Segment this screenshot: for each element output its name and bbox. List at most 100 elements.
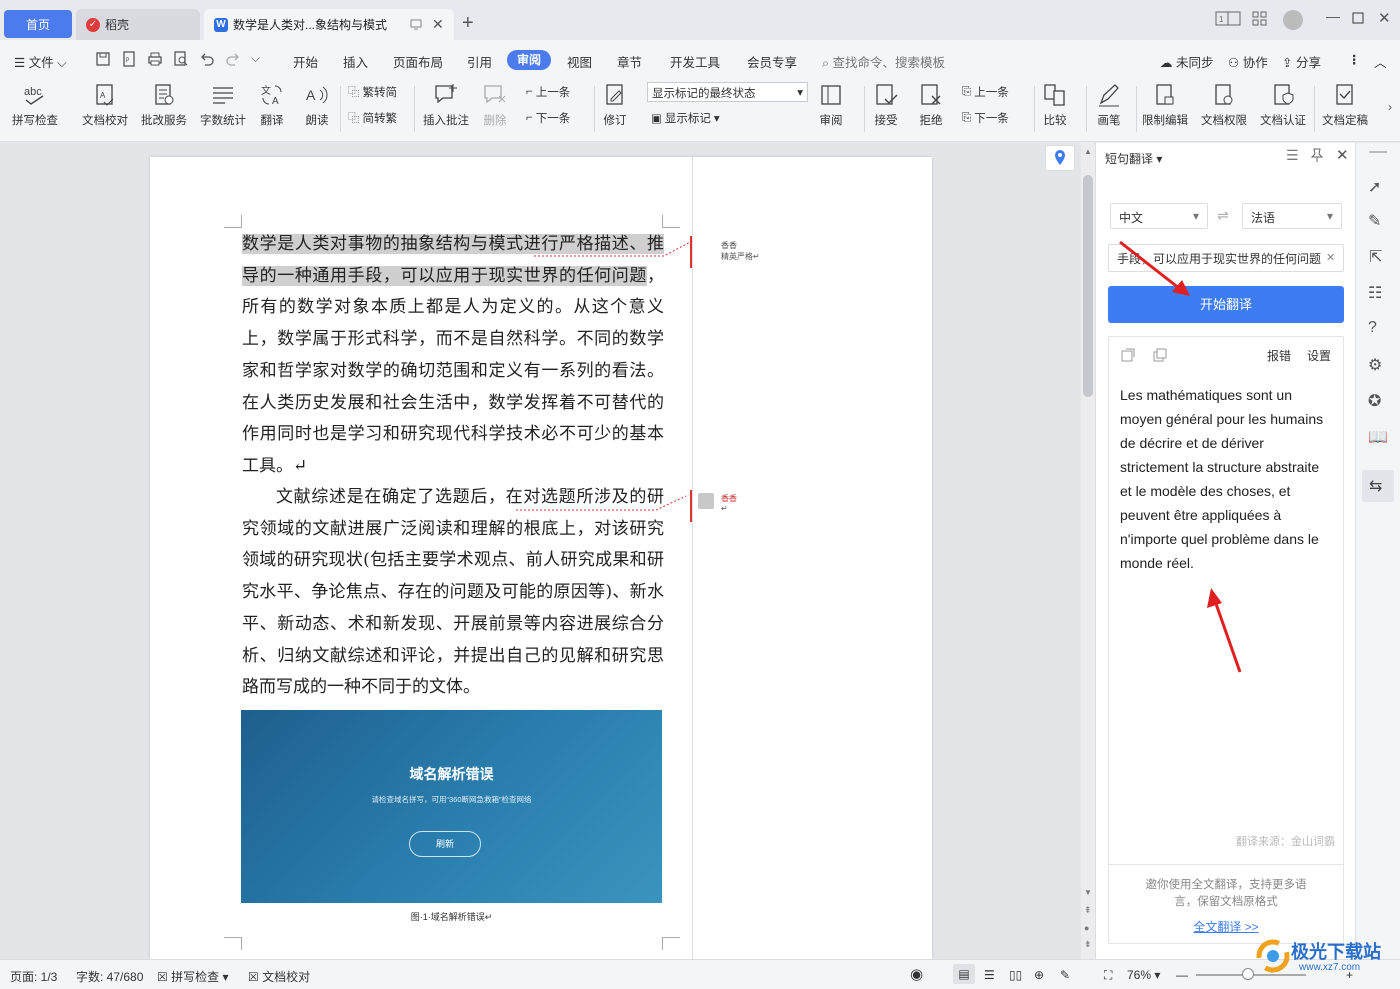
- to-simplified-button[interactable]: ⿻简转繁: [348, 110, 397, 126]
- vertical-scrollbar[interactable]: ▲ ▼ ⇞ ● ⇟: [1081, 143, 1095, 959]
- zoom-select[interactable]: 76% ▾: [1127, 968, 1160, 982]
- compass-icon[interactable]: ✪: [1368, 391, 1381, 411]
- minimize-icon[interactable]: —: [1326, 8, 1340, 24]
- ribbon-scroll-right-icon[interactable]: ›: [1388, 100, 1392, 114]
- menu-view[interactable]: 视图: [567, 52, 592, 71]
- doc-permission-button[interactable]: 文档权限: [1201, 82, 1247, 128]
- web-view-icon[interactable]: ⊕: [1034, 968, 1044, 982]
- fit-page-icon[interactable]: ⛶: [1104, 968, 1112, 983]
- new-tab-button[interactable]: +: [462, 12, 474, 35]
- track-changes-button[interactable]: 修订: [602, 82, 628, 128]
- word-count-indicator[interactable]: 字数: 47/680: [76, 968, 143, 985]
- save-icon[interactable]: [95, 51, 111, 67]
- doc-finalize-button[interactable]: 文档定稿: [1322, 82, 1368, 128]
- edit-icon[interactable]: ✎: [1368, 211, 1381, 231]
- word-count-button[interactable]: 字数统计: [200, 82, 246, 128]
- close-tab-icon[interactable]: ✕: [432, 16, 444, 33]
- show-markup-button[interactable]: ▣ 显示标记 ▾: [651, 110, 720, 126]
- layout-toggle-icon[interactable]: 1: [1215, 11, 1241, 27]
- location-pin-button[interactable]: [1045, 145, 1075, 171]
- doc-proof-button[interactable]: A 文档校对: [82, 82, 128, 128]
- settings-link[interactable]: 设置: [1307, 347, 1331, 364]
- undo-icon[interactable]: [199, 51, 215, 67]
- outline-view-icon[interactable]: ☰: [984, 968, 995, 982]
- cursor-icon[interactable]: ⇱: [1369, 247, 1382, 267]
- avatar[interactable]: [1283, 10, 1303, 30]
- scrollbar-thumb[interactable]: [1083, 175, 1093, 397]
- apps-grid-icon[interactable]: [1252, 11, 1268, 27]
- markup-mode-select[interactable]: 显示标记的最终状态 ▾: [647, 82, 808, 102]
- menu-start[interactable]: 开始: [293, 52, 318, 71]
- delete-comment-button[interactable]: 删除: [482, 82, 508, 128]
- reject-button[interactable]: 拒绝: [918, 82, 944, 128]
- translate-rail-button[interactable]: ⇆: [1362, 470, 1394, 502]
- clear-input-icon[interactable]: ✕: [1326, 251, 1336, 264]
- help-icon[interactable]: ?: [1368, 319, 1377, 337]
- prev-page-icon[interactable]: ⇞: [1084, 905, 1092, 916]
- collab-button[interactable]: ⚇ 协作: [1228, 52, 1268, 71]
- report-error-link[interactable]: 报错: [1267, 347, 1291, 364]
- menu-page-layout[interactable]: 页面布局: [393, 52, 443, 71]
- menu-developer[interactable]: 开发工具: [670, 52, 720, 71]
- translate-button[interactable]: 文A 翻译: [259, 82, 285, 128]
- tab-document[interactable]: W 数学是人类对...象结构与模式 ✕: [204, 9, 454, 40]
- maximize-icon[interactable]: [1352, 12, 1364, 24]
- scroll-down-icon[interactable]: ▼: [1084, 888, 1092, 897]
- pen-button[interactable]: 画笔: [1096, 82, 1122, 128]
- next-comment-button[interactable]: ⌐ 下一条: [526, 110, 570, 126]
- command-search[interactable]: ⌕ 查找命令、搜索模板: [822, 52, 945, 71]
- tab-home[interactable]: 首页: [4, 10, 72, 38]
- insert-comment-button[interactable]: 插入批注: [423, 82, 469, 128]
- close-window-icon[interactable]: ✕: [1378, 9, 1391, 27]
- pdf-export-icon[interactable]: P: [121, 51, 137, 67]
- full-translate-link[interactable]: 全文翻译 >>: [1109, 918, 1343, 935]
- embedded-image[interactable]: 域名解析错误 请检查域名拼写，可用“360断网急救箱”检查网络 刷新: [241, 710, 662, 903]
- pane-title[interactable]: 短句翻译 ▾: [1105, 150, 1162, 167]
- prev-comment-button[interactable]: ⌐ 上一条: [526, 84, 570, 100]
- zoom-out-icon[interactable]: —: [1176, 968, 1188, 982]
- close-pane-icon[interactable]: ✕: [1336, 146, 1349, 164]
- page-indicator[interactable]: 页面: 1/3: [10, 968, 57, 985]
- status-spell-check[interactable]: ☒ 拼写检查 ▾: [157, 968, 228, 985]
- more-icon[interactable]: ⋮: [1348, 52, 1361, 67]
- comment-1[interactable]: 香香 精英严格↵: [721, 240, 760, 262]
- select-browse-icon[interactable]: ●: [1084, 923, 1089, 933]
- read-aloud-button[interactable]: A 朗读: [304, 82, 330, 128]
- status-doc-proof[interactable]: ☒ 文档校对: [248, 968, 310, 985]
- comment-2[interactable]: 香香 ↵: [721, 493, 737, 513]
- redo-icon[interactable]: [225, 51, 241, 67]
- menu-insert[interactable]: 插入: [343, 52, 368, 71]
- sync-status[interactable]: ☁ 未同步: [1160, 52, 1214, 71]
- accept-button[interactable]: 接受: [873, 82, 899, 128]
- book-search-icon[interactable]: 📖: [1368, 427, 1388, 447]
- review-pane-button[interactable]: 审阅: [818, 82, 844, 128]
- next-page-icon[interactable]: ⇟: [1084, 939, 1092, 950]
- zoom-slider-thumb[interactable]: [1242, 968, 1254, 980]
- file-menu[interactable]: ☰ 文件 ⌵: [14, 52, 67, 71]
- menu-member[interactable]: 会员专享: [747, 52, 797, 71]
- menu-chapter[interactable]: 章节: [617, 52, 642, 71]
- correction-service-button[interactable]: 批改服务: [141, 82, 187, 128]
- rocket-icon[interactable]: ➚: [1368, 177, 1381, 197]
- page-view-button[interactable]: ▤: [953, 964, 975, 984]
- share-button[interactable]: ⇪ 分享: [1282, 52, 1321, 71]
- sliders-icon[interactable]: ☷: [1368, 283, 1382, 303]
- eye-protect-icon[interactable]: ◉: [910, 965, 923, 983]
- pin-icon[interactable]: [1310, 148, 1324, 162]
- doc-cert-button[interactable]: 文档认证: [1260, 82, 1306, 128]
- menu-reference[interactable]: 引用: [467, 52, 492, 71]
- source-language-select[interactable]: 中文 ▾: [1110, 203, 1208, 229]
- print-preview-icon[interactable]: [173, 51, 189, 67]
- collapse-ribbon-icon[interactable]: ︿: [1374, 52, 1387, 71]
- prev-change-button[interactable]: ⎘ 上一条: [962, 84, 1009, 100]
- next-change-button[interactable]: ⎘ 下一条: [962, 110, 1009, 126]
- write-view-icon[interactable]: ✎: [1060, 968, 1070, 982]
- scroll-up-icon[interactable]: ▲: [1084, 147, 1092, 156]
- spell-check-button[interactable]: abc 拼写检查: [12, 82, 58, 128]
- restrict-edit-button[interactable]: 限制编辑: [1142, 82, 1188, 128]
- menu-review[interactable]: 审阅: [507, 50, 551, 70]
- compare-button[interactable]: 比较: [1042, 82, 1068, 128]
- to-traditional-button[interactable]: ⿻繁转简: [348, 84, 397, 100]
- target-language-select[interactable]: 法语 ▾: [1242, 203, 1342, 229]
- tab-daoke[interactable]: ✓ 稻壳: [76, 9, 200, 40]
